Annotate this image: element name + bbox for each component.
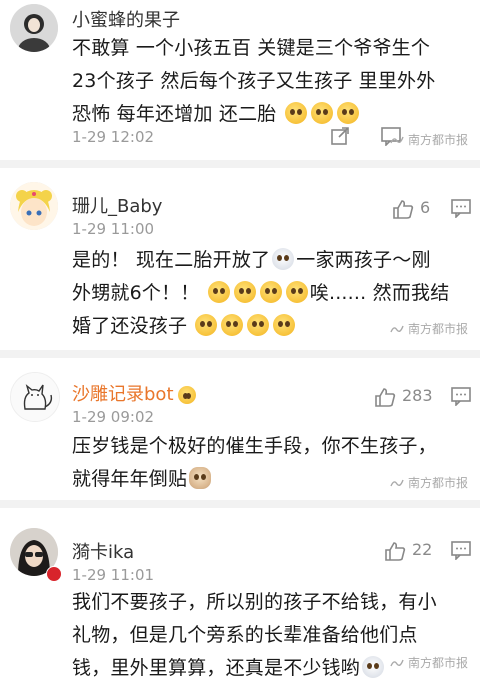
like-button[interactable]: 6 — [392, 198, 430, 219]
like-button[interactable]: 22 — [384, 540, 432, 561]
dizzy-face-emoji — [233, 281, 256, 303]
commenter-name[interactable]: 珊儿_Baby — [72, 192, 162, 218]
commenter-name[interactable]: 漪卡ika — [72, 538, 134, 564]
watermark: 南方都市报 — [390, 474, 468, 491]
avatar[interactable] — [10, 182, 58, 230]
like-button[interactable]: 283 — [374, 386, 433, 407]
dizzy-face-emoji — [207, 281, 230, 303]
comment-icon[interactable] — [450, 540, 472, 564]
comment-icon[interactable] — [450, 198, 472, 222]
shy-face-emoji — [177, 386, 196, 404]
comment-time: 1-29 11:01 — [72, 566, 155, 584]
shocked-face-emoji — [272, 248, 295, 270]
watermark: 南方都市报 — [390, 654, 468, 671]
avatar[interactable] — [10, 372, 60, 422]
flag-badge-icon — [46, 566, 62, 582]
comment-text: 不敢算 一个小孩五百 关键是三个爷爷生个 23个孩子 然后每个孩子又生孩子 里里… — [72, 37, 436, 125]
like-count: 283 — [402, 386, 433, 405]
cat-drawing-avatar-icon — [11, 373, 59, 421]
commenter-name[interactable]: 小蜜蜂的果子 — [72, 6, 180, 32]
sad-face-emoji — [221, 314, 244, 336]
separator — [0, 500, 480, 508]
comment-1: 小蜜蜂的果子 不敢算 一个小孩五百 关键是三个爷爷生个 23个孩子 然后每个孩子… — [0, 0, 480, 160]
sad-face-emoji — [273, 314, 296, 336]
avatar-photo-icon — [10, 4, 58, 52]
like-count: 6 — [420, 198, 431, 217]
avatar[interactable] — [10, 4, 58, 52]
laugh-cry-emoji — [310, 102, 333, 124]
comment-4: 漪卡ika 1-29 11:01 22 我们不要孩子，所以别的孩子不给钱，有小 … — [0, 508, 480, 679]
sad-face-emoji — [247, 314, 270, 336]
comment-2: 珊儿_Baby 1-29 11:00 6 是的！ 现在二胎开放了 一家两孩子～刚 … — [0, 168, 480, 350]
separator — [0, 160, 480, 168]
laugh-cry-emoji — [336, 102, 359, 124]
comment-time: 1-29 11:00 — [72, 220, 155, 238]
comment-time: 1-29 12:02 — [72, 128, 155, 146]
watermark: 南方都市报 — [390, 131, 468, 148]
comment-icon[interactable] — [450, 386, 472, 410]
thumbs-up-icon — [375, 388, 396, 407]
anime-girl-avatar-icon — [10, 182, 58, 230]
share-icon[interactable] — [330, 126, 350, 150]
cat-face-emoji — [189, 467, 212, 489]
comment-time: 1-29 09:02 — [72, 408, 155, 426]
watermark: 南方都市报 — [390, 320, 468, 337]
winking-face-emoji — [362, 656, 385, 678]
dizzy-face-emoji — [285, 281, 308, 303]
thumbs-up-icon — [385, 542, 406, 561]
like-count: 22 — [412, 540, 433, 559]
sad-face-emoji — [195, 314, 218, 336]
separator — [0, 350, 480, 358]
laugh-cry-emoji — [284, 102, 307, 124]
dizzy-face-emoji — [259, 281, 282, 303]
thumbs-up-icon — [393, 200, 414, 219]
comment-3: 沙雕记录bot 1-29 09:02 283 压岁钱是个极好的催生手段，你不生孩… — [0, 358, 480, 500]
commenter-name[interactable]: 沙雕记录bot — [72, 380, 198, 406]
